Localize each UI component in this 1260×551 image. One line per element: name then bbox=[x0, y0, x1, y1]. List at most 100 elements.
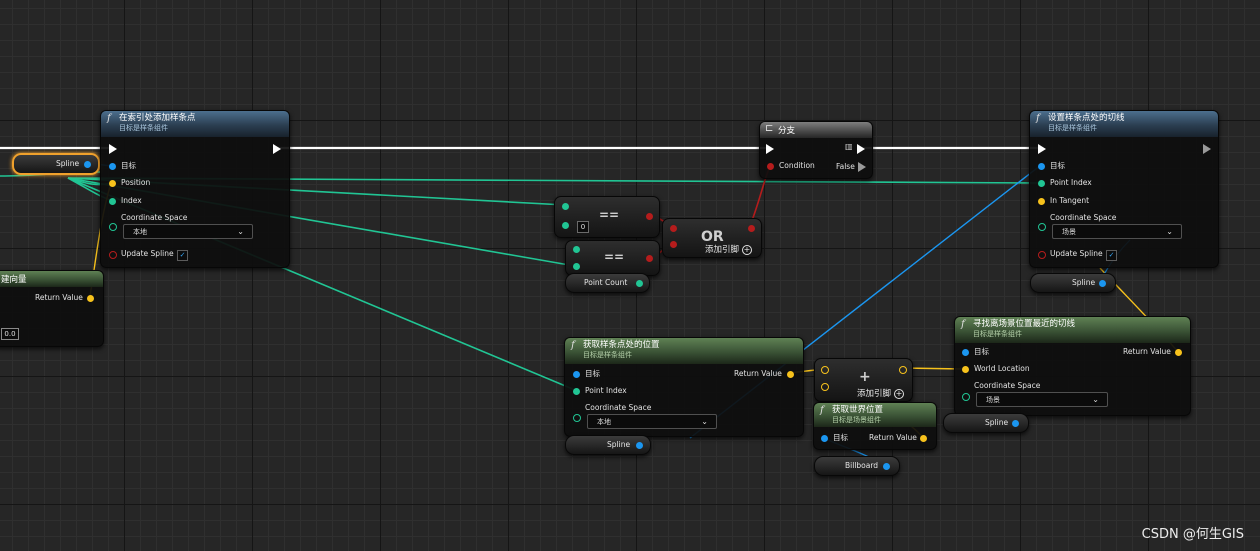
index-label: Index bbox=[121, 196, 142, 205]
target-pin[interactable] bbox=[573, 371, 580, 378]
get-world-location-node[interactable]: f 获取世界位置 目标是场景组件 目标 Return Value bbox=[813, 402, 937, 450]
set-tangent-at-spline-point-node[interactable]: f 设置样条点处的切线 目标是样条组件 目标 Point Index In Ta… bbox=[1029, 110, 1219, 268]
update-spline-checkbox[interactable]: ✓ bbox=[177, 250, 188, 261]
equal-symbol: == bbox=[604, 250, 625, 264]
target-label: 目标 bbox=[121, 161, 136, 170]
function-icon: f bbox=[820, 405, 824, 416]
or-input-a-pin[interactable] bbox=[670, 225, 677, 232]
return-value-pin[interactable] bbox=[1175, 349, 1182, 356]
or-input-b-pin[interactable] bbox=[670, 241, 677, 248]
exec-input-pin[interactable] bbox=[766, 144, 774, 154]
position-pin[interactable] bbox=[109, 180, 116, 187]
equal-input-a-pin[interactable] bbox=[562, 203, 569, 210]
node-header: f 获取世界位置 目标是场景组件 bbox=[814, 403, 936, 427]
exec-input-pin[interactable] bbox=[109, 144, 117, 154]
equal-node[interactable]: == bbox=[565, 240, 660, 276]
variable-label: Spline bbox=[607, 440, 631, 449]
spline-output-pin[interactable] bbox=[636, 442, 643, 449]
spline-variable-node[interactable]: Spline bbox=[12, 153, 100, 175]
plus-icon: + bbox=[894, 388, 905, 399]
add-output-pin[interactable] bbox=[899, 366, 907, 374]
value-box[interactable]: 0.0 bbox=[1, 328, 19, 340]
equal-input-a-pin[interactable] bbox=[573, 246, 580, 253]
node-title: 设置样条点处的切线 bbox=[1048, 113, 1125, 123]
target-label: 目标 bbox=[974, 347, 989, 356]
get-location-at-spline-point-node[interactable]: f 获取样条点处的位置 目标是样条组件 目标 Return Value Poin… bbox=[564, 337, 804, 437]
node-title: 获取样条点处的位置 bbox=[583, 340, 660, 350]
update-spline-pin[interactable] bbox=[1038, 251, 1046, 259]
coordinate-space-pin[interactable] bbox=[573, 414, 581, 422]
coordinate-space-dropdown[interactable]: 本地 ⌄ bbox=[123, 224, 253, 239]
world-location-pin[interactable] bbox=[962, 366, 969, 373]
coordinate-space-pin[interactable] bbox=[1038, 223, 1046, 231]
update-spline-label: Update Spline bbox=[121, 249, 174, 258]
spline-variable-node[interactable]: Spline bbox=[565, 435, 651, 455]
dropdown-value: 本地 bbox=[133, 228, 147, 236]
add-pin-label: 添加引脚 bbox=[705, 245, 740, 255]
exec-output-pin[interactable] bbox=[1203, 144, 1211, 154]
node-title: 在索引处添加样条点 bbox=[119, 113, 196, 123]
coordinate-space-dropdown[interactable]: 本地 ⌄ bbox=[587, 414, 717, 429]
coordinate-space-pin[interactable] bbox=[109, 223, 117, 231]
spline-output-pin[interactable] bbox=[84, 161, 91, 168]
node-header: 建向量 bbox=[0, 271, 103, 287]
node-header: f 在索引处添加样条点 目标是样条组件 bbox=[101, 111, 289, 137]
plus-symbol: + bbox=[859, 369, 871, 385]
spline-output-pin[interactable] bbox=[1099, 280, 1106, 287]
exec-output-pin[interactable] bbox=[273, 144, 281, 154]
update-spline-checkbox[interactable]: ✓ bbox=[1106, 250, 1117, 261]
or-output-pin[interactable] bbox=[748, 225, 755, 232]
condition-pin[interactable] bbox=[767, 163, 774, 170]
equal-output-pin[interactable] bbox=[646, 255, 653, 262]
add-spline-point-node[interactable]: f 在索引处添加样条点 目标是样条组件 目标 Position Index Co… bbox=[100, 110, 290, 268]
equal-input-b-pin[interactable] bbox=[562, 222, 569, 229]
equal-input-b-pin[interactable] bbox=[573, 263, 580, 270]
find-tangent-closest-node[interactable]: f 寻找离场景位置最近的切线 目标是样条组件 目标 Return Value W… bbox=[954, 316, 1191, 416]
add-pin-button[interactable]: 添加引脚 + bbox=[705, 243, 753, 255]
point-count-variable-node[interactable]: Point Count bbox=[565, 273, 650, 293]
coordinate-space-label: Coordinate Space bbox=[1050, 213, 1117, 222]
target-pin[interactable] bbox=[1038, 163, 1045, 170]
coordinate-space-dropdown[interactable]: 场景 ⌄ bbox=[1052, 224, 1182, 239]
return-value-pin[interactable] bbox=[87, 295, 94, 302]
function-icon: f bbox=[1036, 113, 1040, 124]
target-pin[interactable] bbox=[821, 435, 828, 442]
node-subtitle: 目标是场景组件 bbox=[832, 416, 881, 424]
coordinate-space-pin[interactable] bbox=[962, 393, 970, 401]
make-vector-node[interactable]: 建向量 Return Value 0.0 bbox=[0, 270, 104, 347]
spline-variable-node[interactable]: Spline bbox=[943, 413, 1029, 433]
update-spline-pin[interactable] bbox=[109, 251, 117, 259]
variable-label: Spline bbox=[56, 159, 80, 168]
exec-input-pin[interactable] bbox=[1038, 144, 1046, 154]
node-header: f 设置样条点处的切线 目标是样条组件 bbox=[1030, 111, 1218, 137]
billboard-output-pin[interactable] bbox=[883, 463, 890, 470]
add-input-a-pin[interactable] bbox=[821, 366, 829, 374]
point-index-pin[interactable] bbox=[1038, 180, 1045, 187]
point-index-pin[interactable] bbox=[573, 388, 580, 395]
equal-node[interactable]: 0 == bbox=[554, 196, 660, 238]
return-value-pin[interactable] bbox=[920, 435, 927, 442]
billboard-variable-node[interactable]: Billboard bbox=[814, 456, 900, 476]
coordinate-space-dropdown[interactable]: 场景 ⌄ bbox=[976, 392, 1108, 407]
dropdown-value: 本地 bbox=[597, 418, 611, 426]
in-tangent-pin[interactable] bbox=[1038, 198, 1045, 205]
false-output-pin[interactable] bbox=[858, 162, 866, 172]
add-input-b-pin[interactable] bbox=[821, 383, 829, 391]
true-output-pin[interactable] bbox=[857, 144, 865, 154]
update-spline-label: Update Spline bbox=[1050, 249, 1103, 258]
add-vector-node[interactable]: + 添加引脚 + bbox=[814, 358, 913, 402]
point-count-output-pin[interactable] bbox=[636, 280, 643, 287]
return-value-pin[interactable] bbox=[787, 371, 794, 378]
add-pin-button[interactable]: 添加引脚 + bbox=[857, 387, 905, 399]
spline-variable-node[interactable]: Spline bbox=[1030, 273, 1116, 293]
chevron-down-icon: ⌄ bbox=[1166, 227, 1173, 236]
branch-node[interactable]: ⊏ 分支 ▥ Condition False bbox=[759, 121, 873, 179]
equal-output-pin[interactable] bbox=[646, 213, 653, 220]
target-pin[interactable] bbox=[962, 349, 969, 356]
or-node[interactable]: OR 添加引脚 + bbox=[662, 218, 762, 258]
equal-default-input[interactable]: 0 bbox=[577, 221, 589, 233]
return-value-label: Return Value bbox=[35, 293, 83, 302]
target-pin[interactable] bbox=[109, 163, 116, 170]
spline-output-pin[interactable] bbox=[1012, 420, 1019, 427]
index-pin[interactable] bbox=[109, 198, 116, 205]
